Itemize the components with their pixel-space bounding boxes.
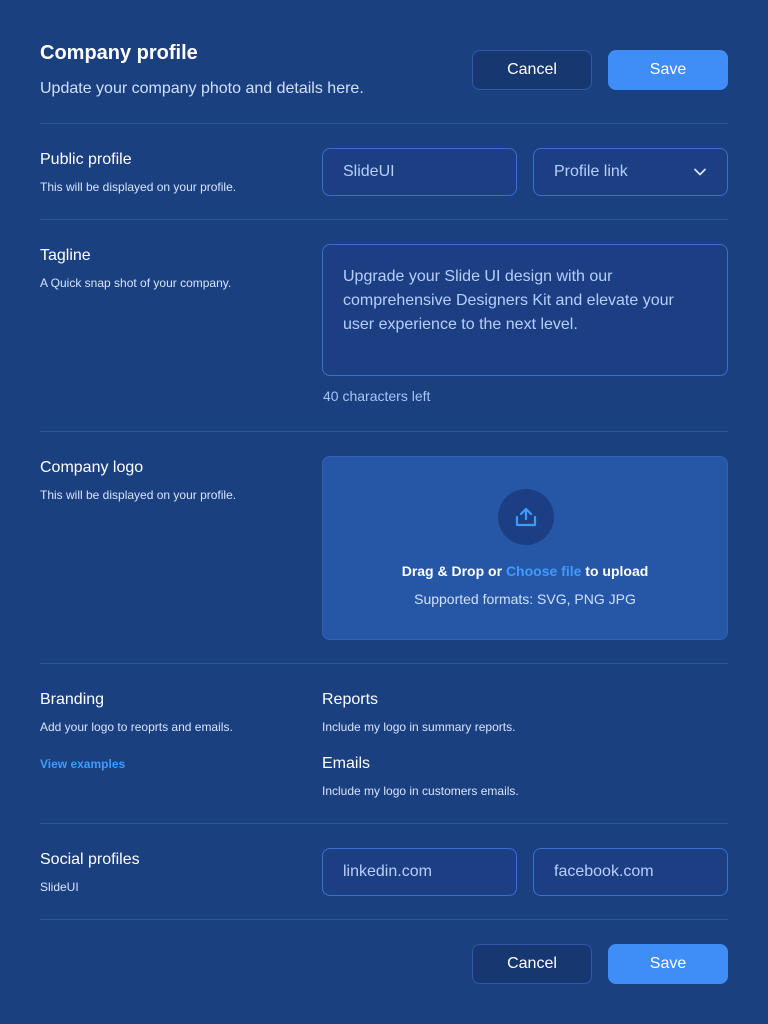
company-logo-label: Company logo (40, 459, 144, 476)
divider (40, 123, 728, 124)
public-profile-description: This will be displayed on your profile. (40, 180, 237, 194)
social-profiles-label: Social profiles (40, 851, 140, 868)
upload-instructions: Drag & Drop or Choose file to upload (323, 563, 727, 579)
footer-cancel-button[interactable]: Cancel (472, 944, 592, 984)
upload-text-after: to upload (585, 563, 649, 579)
emails-label: Emails (322, 755, 371, 772)
character-counter: 40 characters left (323, 388, 431, 404)
divider (40, 219, 728, 220)
social-profiles-description: SlideUI (40, 880, 79, 894)
reports-description: Include my logo in summary reports. (322, 720, 516, 734)
company-name-input[interactable]: SlideUI (322, 148, 517, 196)
footer-save-button[interactable]: Save (608, 944, 728, 984)
choose-file-link[interactable]: Choose file (506, 563, 581, 579)
save-button[interactable]: Save (608, 50, 728, 90)
divider (40, 663, 728, 664)
upload-icon (515, 507, 537, 527)
reports-label: Reports (322, 691, 379, 708)
emails-description: Include my logo in customers emails. (322, 784, 519, 798)
linkedin-input[interactable]: linkedin.com (322, 848, 517, 896)
page-title: Company profile (40, 42, 198, 64)
branding-label: Branding (40, 691, 105, 708)
supported-formats: Supported formats: SVG, PNG JPG (414, 591, 636, 607)
cancel-button[interactable]: Cancel (472, 50, 592, 90)
branding-description: Add your logo to reoprts and emails. (40, 720, 233, 734)
upload-text-before: Drag & Drop or (401, 563, 503, 579)
facebook-input[interactable]: facebook.com (533, 848, 728, 896)
page-header: Company profile Update your company phot… (40, 40, 728, 124)
tagline-textarea[interactable]: Upgrade your Slide UI design with our co… (322, 244, 728, 376)
view-examples-link[interactable]: View examples (40, 757, 125, 771)
profile-link-select-value: Profile link (554, 163, 628, 180)
chevron-down-icon (694, 168, 706, 176)
profile-link-select[interactable]: Profile link (533, 148, 728, 196)
divider (40, 823, 728, 824)
page-subtitle: Update your company photo and details he… (40, 80, 364, 97)
upload-icon-circle (498, 489, 554, 545)
tagline-description: A Quick snap shot of your company. (40, 276, 232, 290)
logo-upload-dropzone[interactable]: Drag & Drop or Choose file to upload Sup… (322, 456, 728, 640)
company-profile-page: Company profile Update your company phot… (40, 0, 728, 1024)
tagline-label: Tagline (40, 247, 91, 264)
divider (40, 431, 728, 432)
company-logo-description: This will be displayed on your profile. (40, 488, 237, 502)
divider (40, 919, 728, 920)
public-profile-label: Public profile (40, 151, 132, 168)
